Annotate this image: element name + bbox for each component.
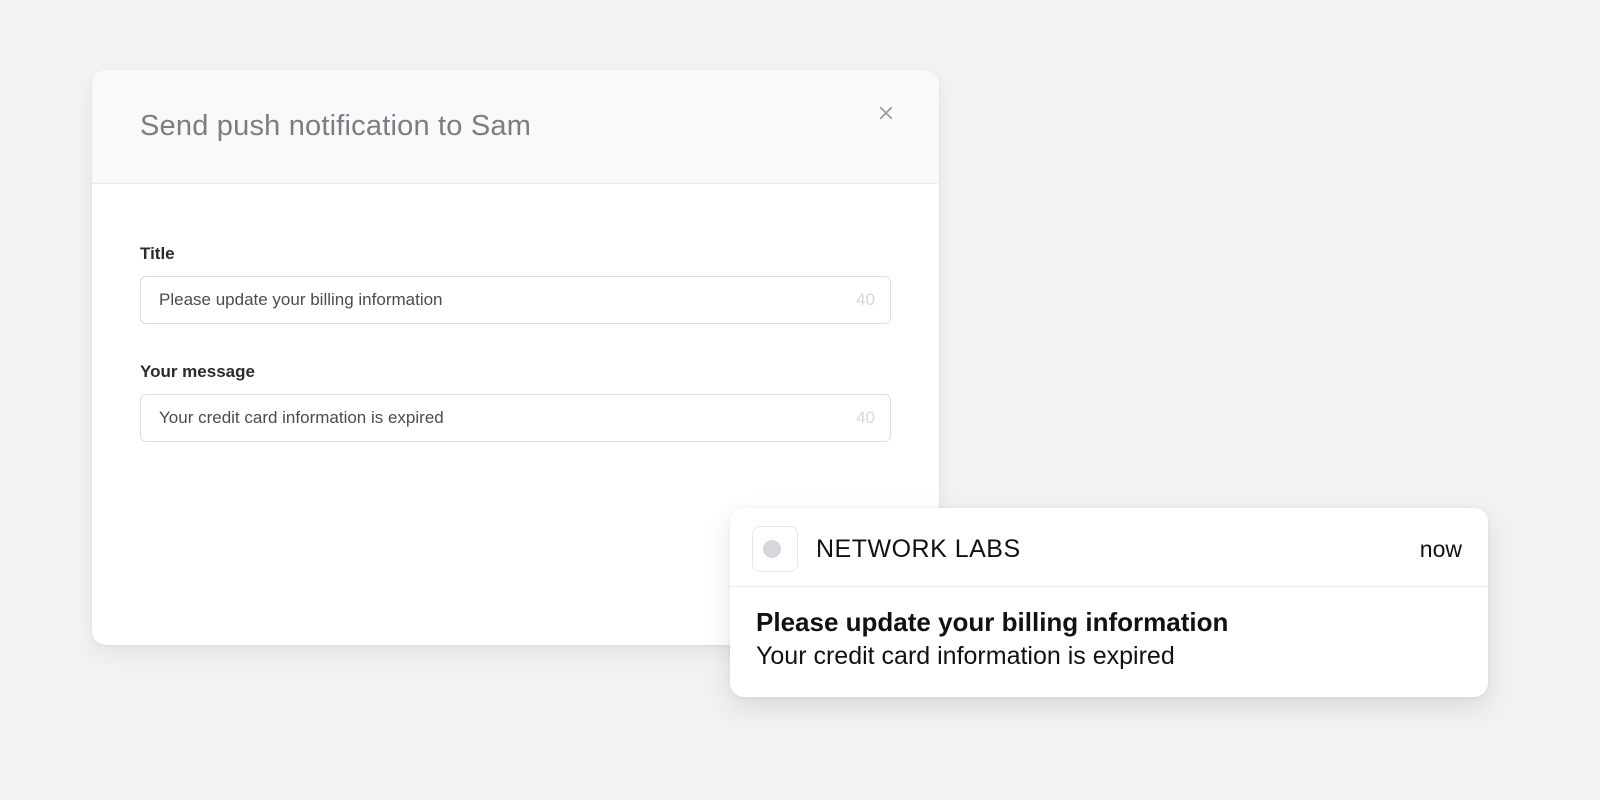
modal-title: Send push notification to Sam [140, 110, 891, 143]
notification-title: Please update your billing information [756, 607, 1462, 638]
title-input[interactable] [140, 276, 891, 324]
notification-body: Please update your billing information Y… [730, 587, 1488, 697]
notification-header: NETWORK LABS now [730, 508, 1488, 587]
notification-preview: NETWORK LABS now Please update your bill… [730, 508, 1488, 697]
title-input-wrap: 40 [140, 276, 891, 324]
message-input[interactable] [140, 394, 891, 442]
close-icon [877, 104, 895, 122]
message-label: Your message [140, 362, 891, 382]
message-input-wrap: 40 [140, 394, 891, 442]
message-field-group: Your message 40 [140, 362, 891, 442]
notification-app-name: NETWORK LABS [816, 535, 1420, 564]
modal-header: Send push notification to Sam [92, 70, 939, 184]
modal-body: Title 40 Your message 40 [92, 184, 939, 520]
title-field-group: Title 40 [140, 244, 891, 324]
close-button[interactable] [869, 96, 903, 130]
app-icon [752, 526, 798, 572]
title-label: Title [140, 244, 891, 264]
notification-time: now [1420, 536, 1462, 563]
notification-message: Your credit card information is expired [756, 642, 1462, 671]
